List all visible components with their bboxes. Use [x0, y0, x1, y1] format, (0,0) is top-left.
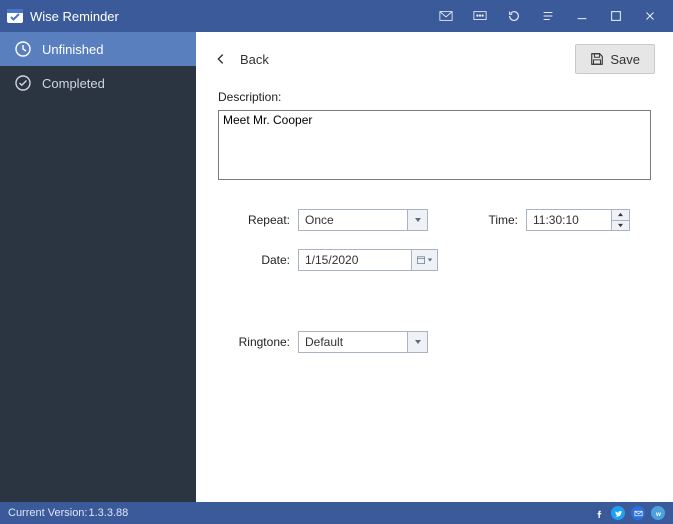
time-label: Time: — [478, 213, 518, 227]
repeat-value: Once — [299, 210, 407, 230]
save-button[interactable]: Save — [575, 44, 655, 74]
ringtone-label: Ringtone: — [222, 335, 290, 349]
back-button[interactable]: Back — [214, 52, 269, 67]
back-label: Back — [240, 52, 269, 67]
ringtone-select[interactable]: Default — [298, 331, 428, 353]
app-window: Wise Reminder — [0, 0, 673, 524]
clock-icon — [14, 40, 32, 58]
status-bar: Current Version: 1.3.3.88 w — [0, 502, 673, 524]
close-button[interactable] — [633, 0, 667, 32]
repeat-label: Repeat: — [228, 213, 290, 227]
feedback-icon[interactable] — [463, 0, 497, 32]
menu-icon[interactable] — [531, 0, 565, 32]
version-label: Current Version: — [8, 507, 87, 519]
spin-up-button[interactable] — [612, 210, 629, 221]
date-input[interactable]: 1/15/2020 — [298, 249, 438, 271]
date-value: 1/15/2020 — [299, 250, 411, 270]
version-value: 1.3.3.88 — [88, 507, 128, 519]
app-icon — [6, 7, 24, 25]
sidebar-item-label: Unfinished — [42, 42, 103, 57]
sidebar-item-label: Completed — [42, 76, 105, 91]
svg-text:w: w — [655, 510, 661, 517]
time-value: 11:30:10 — [527, 210, 611, 230]
time-spinner — [611, 210, 629, 230]
save-icon — [590, 52, 604, 66]
title-bar: Wise Reminder — [0, 0, 673, 32]
sidebar: Unfinished Completed — [0, 32, 196, 502]
minimize-button[interactable] — [565, 0, 599, 32]
facebook-icon[interactable] — [591, 506, 605, 520]
wise-icon[interactable]: w — [651, 506, 665, 520]
mail-icon[interactable] — [429, 0, 463, 32]
spin-down-button[interactable] — [612, 221, 629, 231]
date-picker-button[interactable] — [411, 250, 437, 270]
app-title: Wise Reminder — [30, 9, 119, 24]
time-input[interactable]: 11:30:10 — [526, 209, 630, 231]
calendar-icon — [417, 256, 425, 264]
twitter-icon[interactable] — [611, 506, 625, 520]
description-input[interactable] — [218, 110, 651, 180]
refresh-icon[interactable] — [497, 0, 531, 32]
chevron-down-icon[interactable] — [407, 210, 427, 230]
ringtone-value: Default — [299, 332, 407, 352]
description-label: Description: — [218, 90, 651, 104]
chevron-down-icon[interactable] — [407, 332, 427, 352]
sidebar-item-unfinished[interactable]: Unfinished — [0, 32, 196, 66]
maximize-button[interactable] — [599, 0, 633, 32]
check-circle-icon — [14, 74, 32, 92]
date-label: Date: — [228, 253, 290, 267]
reminder-form: Description: Repeat: Once — [196, 86, 673, 353]
sidebar-item-completed[interactable]: Completed — [0, 66, 196, 100]
main-pane: Back Save Description: Repeat: — [196, 32, 673, 502]
social-links: w — [591, 506, 665, 520]
save-label: Save — [610, 52, 640, 67]
toolbar: Back Save — [196, 32, 673, 86]
chevron-down-icon — [427, 257, 433, 263]
mail-social-icon[interactable] — [631, 506, 645, 520]
repeat-select[interactable]: Once — [298, 209, 428, 231]
app-body: Unfinished Completed Back Save — [0, 32, 673, 502]
